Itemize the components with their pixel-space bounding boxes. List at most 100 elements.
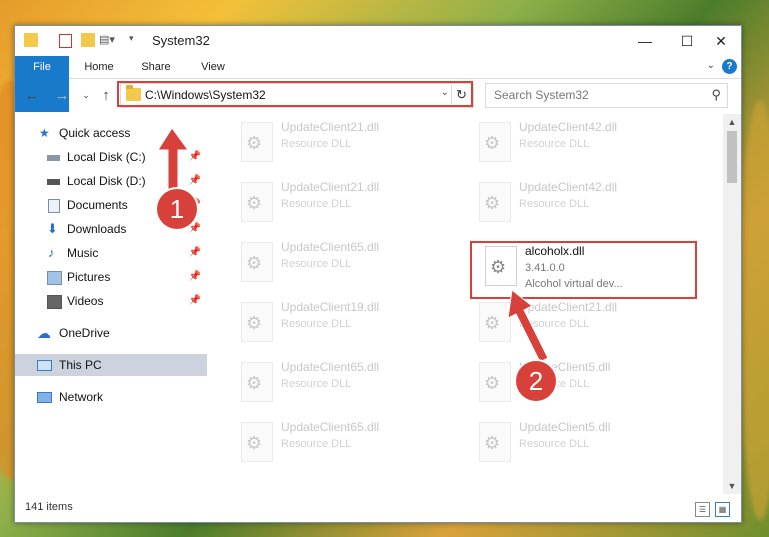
pin-icon[interactable]: 📌 [189,146,201,168]
file-list: UpdateClient21.dll Resource DLL UpdateCl… [211,114,723,494]
file-highlight-box [470,241,697,299]
search-input[interactable]: Search System32 ⚲ [485,83,728,108]
help-button[interactable]: ? [722,59,737,74]
scroll-up-button[interactable]: ▲ [723,114,741,130]
file-item[interactable]: UpdateClient42.dll Resource DLL [467,178,697,234]
file-item[interactable]: UpdateClient19.dll Resource DLL [229,298,459,354]
tab-share[interactable]: Share [135,56,177,78]
sidebar-item-local-disk-c[interactable]: Local Disk (C:) 📌 [15,146,207,168]
dll-file-icon [479,362,511,402]
vertical-scrollbar[interactable]: ▲ ▼ [723,114,741,494]
sidebar-item-music[interactable]: ♪ Music 📌 [15,242,207,264]
scroll-thumb[interactable] [727,131,737,183]
forward-button[interactable]: → [53,87,71,104]
search-icon[interactable]: ⚲ [711,87,721,103]
file-description: Resource DLL [519,438,590,450]
file-description: Resource DLL [281,378,352,390]
sidebar-item-network[interactable]: Network [15,386,207,408]
step-badge-1: 1 [157,189,197,229]
sidebar-item-this-pc[interactable]: This PC [15,354,207,376]
pin-icon[interactable]: 📌 [189,170,201,192]
file-item[interactable]: UpdateClient21.dll Resource DLL [229,178,459,234]
navigation-pane: ★ Quick access Local Disk (C:) 📌 Local D… [15,114,207,494]
minimize-button[interactable]: — [625,30,665,52]
file-description: Resource DLL [281,198,352,210]
tab-view[interactable]: View [193,56,233,78]
file-item[interactable]: UpdateClient65.dll Resource DLL [229,238,459,294]
sidebar-item-quick-access[interactable]: ★ Quick access [15,122,207,144]
sidebar-item-label: Quick access [59,126,131,140]
back-button[interactable]: ← [23,87,41,104]
file-item[interactable]: UpdateClient42.dll Resource DLL [467,118,697,174]
file-item[interactable]: UpdateClient21.dll Resource DLL [467,298,697,354]
dll-file-icon [479,422,511,462]
pin-icon[interactable]: 📌 [189,266,201,288]
dll-file-icon [241,182,273,222]
sidebar-item-videos[interactable]: Videos 📌 [15,290,207,312]
sidebar-item-onedrive[interactable]: ☁ OneDrive [15,322,207,344]
status-bar: 141 items ☰ ▦ [15,496,741,522]
dll-file-icon [479,302,511,342]
pin-icon[interactable]: 📌 [189,242,201,264]
dll-file-icon [479,122,511,162]
folder-icon [24,33,38,47]
file-name: UpdateClient42.dll [519,120,618,134]
sidebar-item-pictures[interactable]: Pictures 📌 [15,266,207,288]
step-badge-2: 2 [516,361,556,401]
recent-locations-button[interactable]: ⌄ [77,90,95,101]
address-highlight-box [117,81,473,107]
file-item[interactable]: UpdateClient5.dll Resource DLL [467,358,697,414]
file-description: Resource DLL [519,198,590,210]
sidebar-item-label: Documents [67,198,128,212]
scroll-down-button[interactable]: ▼ [723,478,741,494]
file-item[interactable]: UpdateClient5.dll Resource DLL [467,418,697,474]
sidebar-item-label: This PC [59,358,102,372]
sidebar-item-label: Music [67,246,99,260]
dll-file-icon [241,302,273,342]
file-name: UpdateClient65.dll [281,420,380,434]
dll-file-icon [479,182,511,222]
details-view-icon[interactable]: ☰ [695,502,710,517]
up-button[interactable]: ↑ [97,87,115,104]
qa-chevron-icon[interactable]: ▾ [129,33,143,47]
sidebar-item-label: Network [59,390,104,404]
download-icon: ⬇ [47,221,58,236]
properties-icon[interactable] [59,34,72,48]
dll-file-icon [241,122,273,162]
file-name: UpdateClient21.dll [281,120,380,134]
dll-file-icon [241,242,273,282]
star-icon: ★ [39,126,50,140]
file-item[interactable]: UpdateClient65.dll Resource DLL [229,418,459,474]
sidebar-item-label: Pictures [67,270,111,284]
file-description: Resource DLL [281,438,352,450]
file-name: UpdateClient21.dll [281,180,380,194]
customize-icon[interactable]: ▤▾ [99,33,115,47]
sidebar-item-label: OneDrive [59,326,110,340]
file-name: UpdateClient42.dll [519,180,618,194]
dll-file-icon [241,422,273,462]
ribbon-expand-icon[interactable]: ⌄ [707,60,715,71]
file-item[interactable]: UpdateClient65.dll Resource DLL [229,358,459,414]
file-description: Resource DLL [519,138,590,150]
file-name: UpdateClient5.dll [519,420,611,434]
large-icons-view-icon[interactable]: ▦ [715,502,730,517]
new-folder-icon[interactable] [81,33,95,47]
videos-icon [47,295,62,309]
network-icon [37,392,52,403]
pin-icon[interactable]: 📌 [189,290,201,312]
sidebar-item-label: Local Disk (D:) [67,174,146,188]
ribbon-tabs: File Home Share View ⌄ ? [15,56,741,112]
sidebar-item-label: Downloads [67,222,127,236]
pictures-icon [47,271,62,285]
file-description: Resource DLL [281,318,352,330]
close-button[interactable]: ✕ [701,30,741,52]
cloud-icon: ☁ [37,325,51,341]
window-title: System32 [152,33,210,48]
file-name: UpdateClient19.dll [281,300,380,314]
file-description: Resource DLL [281,138,352,150]
sidebar-item-label: Videos [67,294,104,308]
file-name: UpdateClient65.dll [281,360,380,374]
file-description: Resource DLL [519,318,590,330]
file-item[interactable]: UpdateClient21.dll Resource DLL [229,118,459,174]
tab-home[interactable]: Home [77,56,121,78]
